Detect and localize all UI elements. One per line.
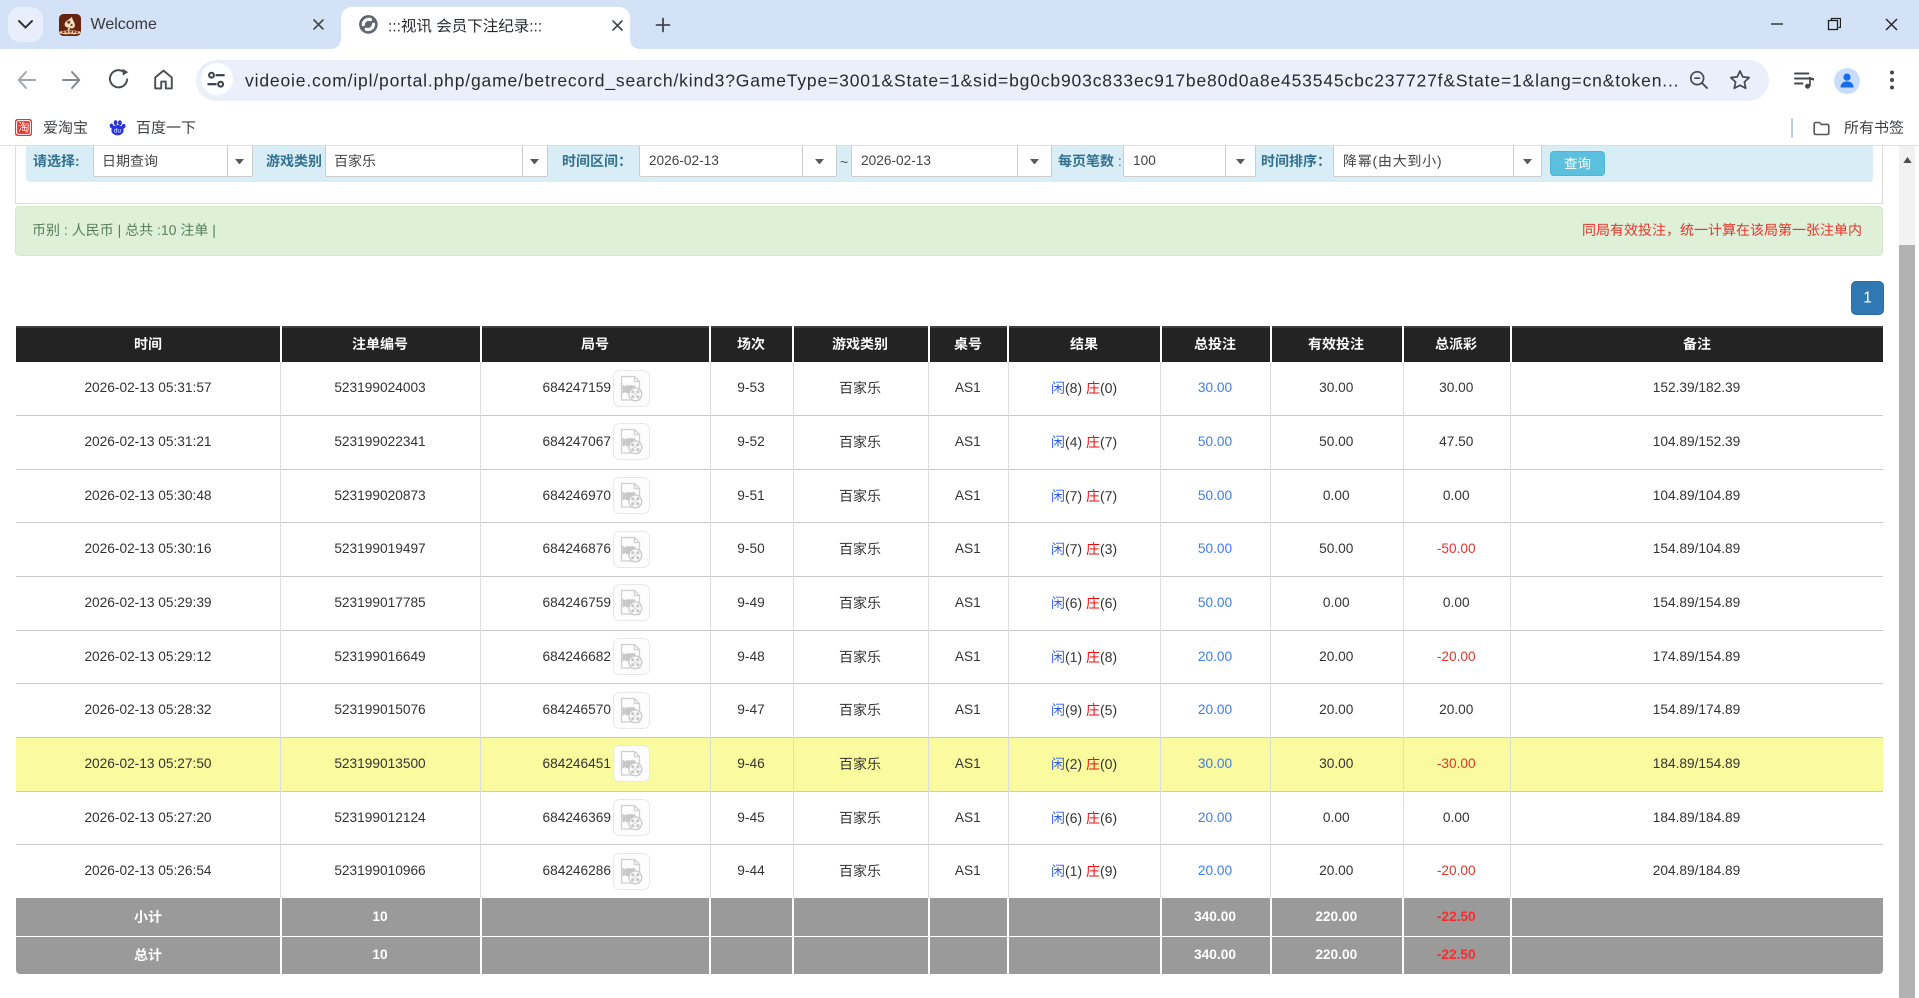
svg-text:du: du [114,127,121,134]
